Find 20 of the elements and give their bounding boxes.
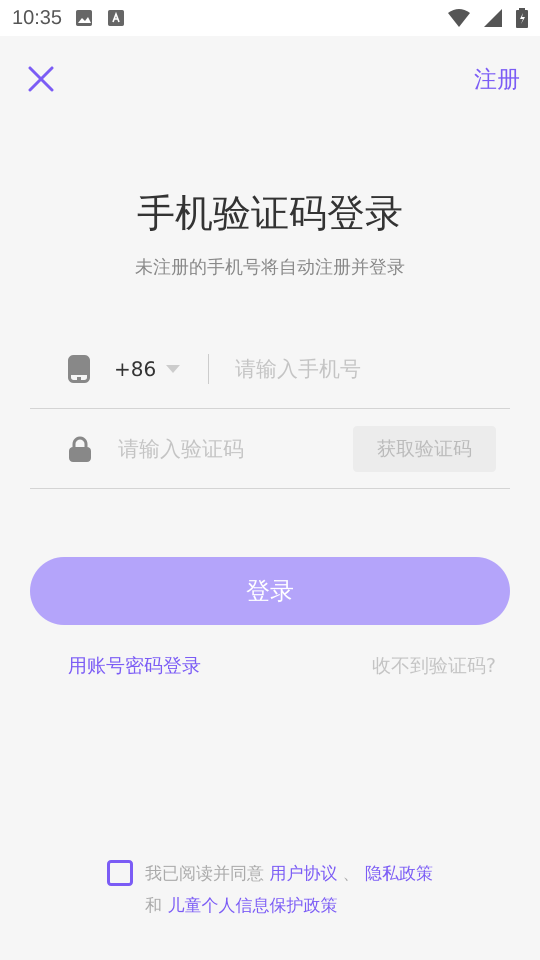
signal-icon [484, 9, 502, 27]
password-login-link[interactable]: 用账号密码登录 [68, 653, 201, 679]
agreement-link[interactable]: 用户协议 [269, 864, 338, 884]
battery-icon [516, 8, 528, 28]
agreement-text: 我已阅读并同意 用户协议 、 隐私政策 和 儿童个人信息保护政策 [144, 863, 434, 918]
wifi-icon [448, 9, 470, 27]
caret-icon [166, 364, 180, 372]
register-link[interactable]: 注册 [474, 64, 520, 94]
country-code-dropdown[interactable]: +86 [114, 356, 180, 380]
page-title: 手机验证码登录 [136, 190, 404, 237]
text-icon [108, 10, 124, 26]
close-icon[interactable] [28, 66, 54, 92]
subtitle: 未注册的手机号将自动注册并登录 [134, 256, 406, 279]
phone-icon [68, 354, 90, 382]
status-time: 10:35 [12, 6, 62, 30]
agreement-link[interactable]: 隐私政策 [365, 864, 434, 884]
image-icon [76, 10, 94, 26]
lock-icon [68, 436, 92, 462]
agreement-checkbox[interactable] [106, 860, 133, 886]
agreement-link[interactable]: 儿童个人信息保护政策 [167, 896, 338, 916]
